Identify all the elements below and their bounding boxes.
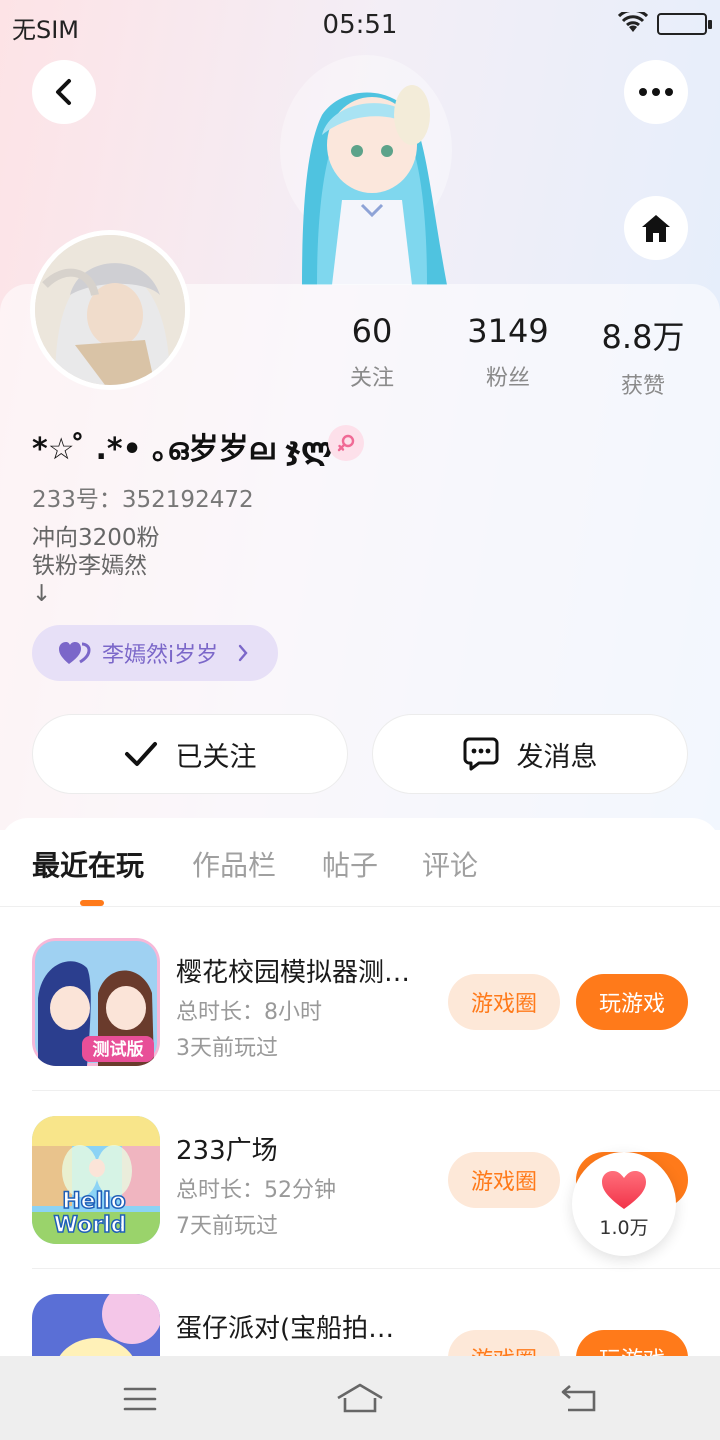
home-nav-icon[interactable] (336, 1382, 384, 1414)
game-duration: 总时长：8小时 (176, 1000, 322, 1025)
likes-label: 获赞 (620, 374, 665, 399)
game-title: 樱花校园模拟器测… (176, 958, 411, 988)
menu-icon[interactable] (123, 1386, 157, 1412)
svg-text:Hello: Hello (62, 1189, 126, 1214)
heart-icon (602, 1170, 646, 1209)
game-title: 蛋仔派对(宝船拍… (176, 1314, 395, 1344)
game-circle-button[interactable]: 游戏圈 (448, 1152, 560, 1208)
system-nav-bar (0, 1356, 720, 1440)
game-icon-233-plaza: Hello World (32, 1116, 160, 1244)
followers-count: 3149 (467, 312, 549, 350)
battery-icon (657, 13, 712, 35)
back-button[interactable] (32, 60, 96, 124)
followers-stat[interactable]: 3149 粉丝 (443, 312, 573, 392)
list-item[interactable]: 测试版 樱花校园模拟器测… 总时长：8小时 3天前玩过 游戏圈 玩游戏 (0, 938, 720, 1114)
game-last-played: 7天前玩过 (176, 1214, 278, 1239)
tab-works[interactable]: 作品栏 (192, 844, 276, 884)
checkmark-icon (124, 742, 157, 766)
game-duration: 总时长：52分钟 (176, 1178, 336, 1203)
home-icon (642, 215, 670, 242)
clock: 05:51 (322, 10, 398, 40)
tab-recent-played[interactable]: 最近在玩 (32, 844, 144, 884)
row-divider (32, 1090, 720, 1091)
likes-stat[interactable]: 8.8万 获赞 (578, 312, 708, 400)
avatar-character-illustration (262, 55, 462, 285)
fan-tag-label: 李嫣然i岁岁 (102, 643, 219, 668)
heart-pair-icon (59, 642, 91, 664)
following-count: 60 (351, 312, 393, 350)
row-divider (32, 1268, 720, 1269)
female-gender-icon (328, 425, 364, 461)
back-arrow-icon (56, 79, 71, 105)
more-dots-icon (639, 88, 673, 96)
profile-tabs: 最近在玩 作品栏 帖子 评论 (0, 844, 720, 906)
nickname: *☆ ̊ .*• ｡ഒ岁岁ല ჯლ (32, 432, 334, 467)
more-button[interactable] (624, 60, 688, 124)
send-message-button[interactable]: 发消息 (372, 714, 688, 794)
svg-text:World: World (54, 1213, 127, 1238)
wifi-icon (617, 8, 649, 38)
game-last-played: 3天前玩过 (176, 1036, 278, 1061)
home-button[interactable] (624, 196, 688, 260)
following-label: 关注 (349, 366, 394, 391)
likes-count: 8.8万 (601, 318, 685, 356)
send-message-label: 发消息 (516, 741, 598, 773)
user-id: 233号：352192472 (32, 487, 254, 513)
game-icon-sakura-school: 测试版 (32, 938, 160, 1066)
back-nav-icon[interactable] (560, 1382, 598, 1414)
status-bar: 无SIM 05:51 (0, 0, 720, 50)
bio-text: 冲向3200粉 铁粉李嫣然 ↓ (32, 525, 160, 607)
tab-comments[interactable]: 评论 (422, 844, 478, 884)
following-stat[interactable]: 60 关注 (307, 312, 437, 392)
tabs-divider (0, 906, 720, 907)
fan-tag-button[interactable]: 李嫣然i岁岁 (32, 625, 278, 681)
tab-posts[interactable]: 帖子 (322, 844, 378, 884)
chevron-right-icon (238, 644, 248, 662)
avatar[interactable] (30, 230, 190, 390)
like-count: 1.0万 (599, 1216, 649, 1239)
following-button[interactable]: 已关注 (32, 714, 348, 794)
svg-text:测试版: 测试版 (93, 1039, 144, 1060)
floating-like-button[interactable]: 1.0万 (572, 1152, 676, 1256)
game-title: 233广场 (176, 1136, 278, 1166)
followers-label: 粉丝 (485, 366, 530, 391)
play-game-button[interactable]: 玩游戏 (576, 974, 688, 1030)
game-circle-button[interactable]: 游戏圈 (448, 974, 560, 1030)
following-button-label: 已关注 (175, 741, 257, 773)
chat-bubble-icon (463, 737, 498, 771)
